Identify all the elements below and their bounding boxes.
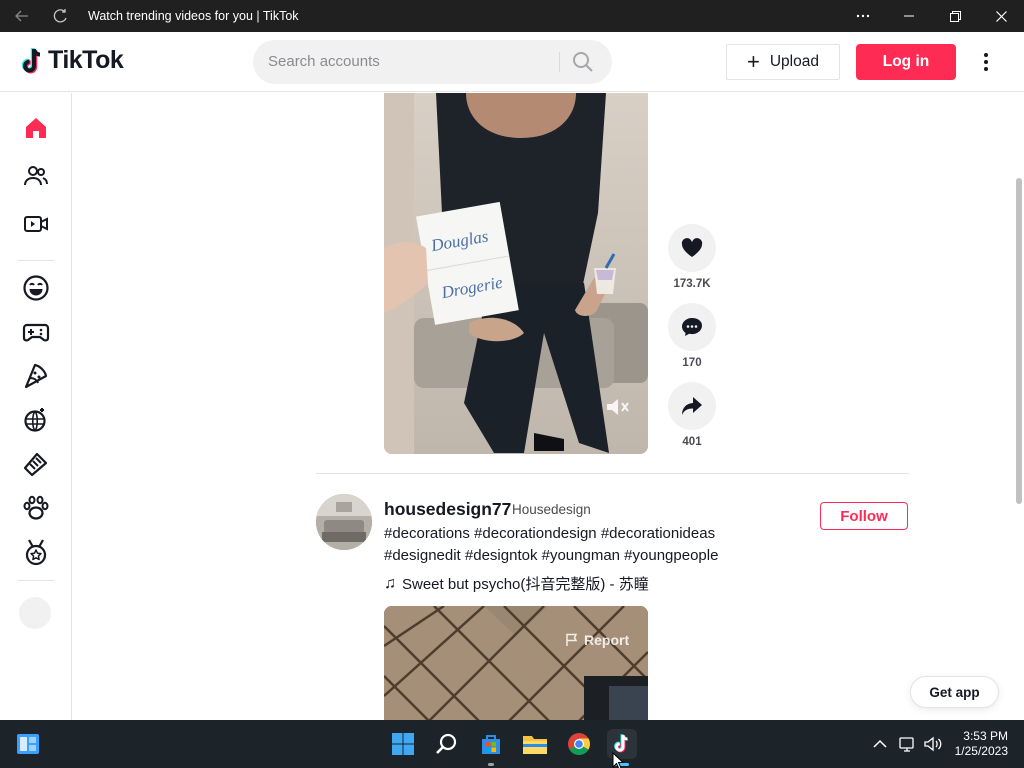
sidebar-item-live[interactable] xyxy=(16,204,56,244)
tiktok-logo[interactable]: TikTok xyxy=(20,46,124,75)
back-arrow-icon[interactable] xyxy=(6,0,38,32)
share-count: 401 xyxy=(682,436,702,448)
taskbar: 3:53 PM 1/25/2023 xyxy=(0,720,1024,768)
file-explorer-icon[interactable] xyxy=(519,728,551,760)
more-options-icon[interactable] xyxy=(840,0,886,32)
post-username[interactable]: housedesign77 xyxy=(384,499,511,520)
sidebar-item-sports[interactable] xyxy=(16,532,56,572)
taskbar-clock[interactable]: 3:53 PM 1/25/2023 xyxy=(950,729,1008,759)
like-count: 173.7K xyxy=(673,278,711,290)
window-titlebar: Watch trending videos for you | TikTok xyxy=(0,0,1024,32)
dance-icon xyxy=(24,408,46,432)
tiktok-note-icon xyxy=(21,47,41,73)
share-action[interactable]: 401 xyxy=(668,382,716,448)
login-button[interactable]: Log in xyxy=(856,44,956,80)
flag-icon xyxy=(566,633,578,646)
sidebar-avatar-placeholder[interactable] xyxy=(19,597,51,629)
sidebar-item-gaming[interactable] xyxy=(16,312,56,352)
beauty-icon xyxy=(23,452,48,477)
comment-icon[interactable] xyxy=(668,303,716,351)
mute-icon[interactable] xyxy=(604,395,632,419)
following-icon xyxy=(24,166,48,186)
upload-button[interactable]: + Upload xyxy=(726,44,840,80)
sports-icon xyxy=(25,539,47,566)
sidebar xyxy=(0,93,72,720)
sidebar-item-home[interactable] xyxy=(16,108,56,148)
animals-icon xyxy=(23,495,49,520)
search-bar[interactable]: Search accounts xyxy=(253,40,612,84)
video-feed: Douglas Drogerie 173.7K 170 401 housedes… xyxy=(73,93,1024,720)
clock-time: 3:53 PM xyxy=(963,729,1008,743)
video-player-1[interactable]: Douglas Drogerie xyxy=(384,93,648,454)
get-app-button[interactable]: Get app xyxy=(910,676,999,708)
home-icon xyxy=(26,118,46,138)
sidebar-item-following[interactable] xyxy=(16,156,56,196)
post-caption-line-2[interactable]: #designedit #designtok #youngman #youngp… xyxy=(384,547,718,564)
share-icon[interactable] xyxy=(668,382,716,430)
post-music[interactable]: ♫ Sweet but psycho(抖音完整版) - 苏瞳 xyxy=(384,573,649,594)
post-nickname: Housedesign xyxy=(512,502,591,517)
plus-icon: + xyxy=(747,49,760,74)
upload-label: Upload xyxy=(769,53,819,70)
like-action[interactable]: 173.7K xyxy=(668,224,716,290)
refresh-icon[interactable] xyxy=(44,0,76,32)
heart-icon[interactable] xyxy=(668,224,716,272)
search-taskbar-icon[interactable] xyxy=(431,728,463,760)
gaming-icon xyxy=(22,323,50,342)
report-label: Report xyxy=(584,632,630,648)
clock-date: 1/25/2023 xyxy=(954,744,1008,758)
search-divider xyxy=(559,52,560,72)
page-scrollbar[interactable] xyxy=(1016,178,1022,504)
close-icon[interactable] xyxy=(978,0,1024,32)
sidebar-item-food[interactable] xyxy=(16,356,56,396)
post-caption-line-1[interactable]: #decorations #decorationdesign #decorati… xyxy=(384,525,715,542)
mouse-cursor-icon xyxy=(612,752,624,768)
logo-text: TikTok xyxy=(48,46,124,74)
restore-icon[interactable] xyxy=(932,0,978,32)
video-thumbnail-2 xyxy=(384,606,648,720)
chrome-icon[interactable] xyxy=(563,728,595,760)
report-button[interactable]: Report xyxy=(565,632,629,648)
search-icon[interactable] xyxy=(571,50,599,74)
music-note-icon: ♫ xyxy=(384,574,396,592)
comment-action[interactable]: 170 xyxy=(668,303,716,369)
food-icon xyxy=(24,363,48,389)
music-title: Sweet but psycho(抖音完整版) - 苏瞳 xyxy=(402,576,649,593)
sidebar-item-comedy[interactable] xyxy=(16,268,56,308)
feed-divider xyxy=(316,473,909,474)
comment-count: 170 xyxy=(682,357,702,369)
volume-icon[interactable] xyxy=(917,728,949,760)
video-player-2[interactable]: Report xyxy=(384,606,648,720)
widgets-icon[interactable] xyxy=(12,728,44,760)
store-icon[interactable] xyxy=(475,728,507,766)
follow-button[interactable]: Follow xyxy=(820,502,908,530)
search-input[interactable]: Search accounts xyxy=(268,53,380,70)
sidebar-item-animals[interactable] xyxy=(16,488,56,528)
comedy-icon xyxy=(23,275,49,301)
site-header: TikTok Search accounts + Upload Log in xyxy=(0,32,1024,92)
live-icon xyxy=(24,216,48,232)
avatar[interactable] xyxy=(316,494,372,550)
sidebar-item-beauty[interactable] xyxy=(16,444,56,484)
start-windows-icon[interactable] xyxy=(387,728,419,760)
more-vertical-icon[interactable] xyxy=(974,50,998,74)
sidebar-item-dance[interactable] xyxy=(16,400,56,440)
minimize-icon[interactable] xyxy=(886,0,932,32)
window-title: Watch trending videos for you | TikTok xyxy=(88,9,299,23)
